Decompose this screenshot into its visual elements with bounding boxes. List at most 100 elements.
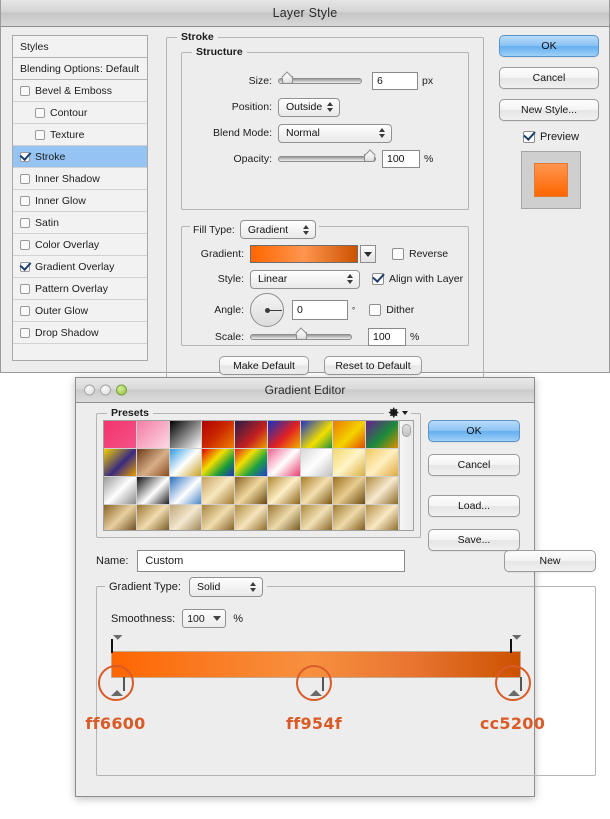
opacity-slider[interactable]: [278, 154, 376, 162]
preset-swatch[interactable]: [136, 449, 170, 477]
dither-checkbox-row[interactable]: Dither: [369, 304, 414, 316]
ge-save-button[interactable]: Save...: [428, 529, 520, 551]
scale-slider[interactable]: [250, 332, 352, 340]
sidebar-item-texture[interactable]: Texture: [13, 124, 147, 146]
preset-swatch[interactable]: [333, 449, 367, 477]
preset-swatch[interactable]: [169, 449, 203, 477]
preset-swatch[interactable]: [333, 505, 367, 530]
cancel-button[interactable]: Cancel: [499, 67, 599, 89]
sidebar-item-drop-shadow[interactable]: Drop Shadow: [13, 322, 147, 344]
effect-checkbox[interactable]: [20, 173, 30, 184]
align-with-layer-checkbox[interactable]: [372, 273, 384, 285]
presets-scroll-area[interactable]: [103, 420, 414, 531]
preset-swatch[interactable]: [169, 477, 203, 505]
ok-button[interactable]: OK: [499, 35, 599, 57]
preset-swatch[interactable]: [333, 477, 367, 505]
preset-swatch[interactable]: [104, 449, 137, 477]
ge-load-button[interactable]: Load...: [428, 495, 520, 517]
gradient-swatch[interactable]: [250, 245, 358, 263]
opacity-stop[interactable]: [510, 635, 522, 653]
presets-grid[interactable]: [104, 421, 399, 530]
scale-slider-thumb[interactable]: [295, 330, 309, 343]
scale-input[interactable]: 100: [368, 328, 406, 346]
effect-checkbox[interactable]: [20, 85, 30, 96]
reverse-checkbox-row[interactable]: Reverse: [392, 248, 448, 260]
preset-swatch[interactable]: [169, 421, 203, 449]
preset-swatch[interactable]: [104, 477, 137, 505]
preset-swatch[interactable]: [300, 421, 334, 449]
gradient-dropdown-icon[interactable]: [360, 245, 376, 263]
effect-checkbox[interactable]: [20, 217, 30, 228]
preview-checkbox[interactable]: [522, 131, 535, 143]
preset-swatch[interactable]: [202, 449, 236, 477]
angle-dial[interactable]: [250, 293, 284, 327]
preset-swatch[interactable]: [202, 477, 236, 505]
size-slider-thumb[interactable]: [281, 74, 295, 87]
size-slider[interactable]: [278, 76, 362, 84]
close-icon[interactable]: [84, 384, 95, 396]
preset-swatch[interactable]: [235, 477, 268, 505]
effect-checkbox[interactable]: [20, 283, 30, 294]
preset-swatch[interactable]: [136, 421, 170, 449]
preset-swatch[interactable]: [267, 421, 301, 449]
sidebar-item-satin[interactable]: Satin: [13, 212, 147, 234]
preset-swatch[interactable]: [169, 505, 203, 530]
gradient-type-select[interactable]: Solid: [188, 577, 263, 597]
sidebar-item-bevel-emboss[interactable]: Bevel & Emboss: [13, 80, 147, 102]
effect-checkbox[interactable]: [20, 239, 30, 250]
blending-options-row[interactable]: Blending Options: Default: [13, 58, 147, 80]
preset-swatch[interactable]: [366, 449, 399, 477]
angle-input[interactable]: 0: [292, 300, 348, 320]
position-select[interactable]: Outside: [278, 97, 340, 117]
preset-swatch[interactable]: [267, 477, 301, 505]
effect-checkbox[interactable]: [20, 305, 30, 316]
preview-checkbox-row[interactable]: Preview: [499, 131, 603, 143]
sidebar-item-gradient-overlay[interactable]: Gradient Overlay: [13, 256, 147, 278]
new-style-button[interactable]: New Style...: [499, 99, 599, 121]
name-input[interactable]: Custom: [137, 550, 406, 572]
presets-menu-button[interactable]: [384, 406, 411, 419]
style-select[interactable]: Linear: [250, 269, 360, 289]
opacity-stop[interactable]: [111, 635, 123, 653]
preset-swatch[interactable]: [104, 505, 137, 530]
preset-swatch[interactable]: [366, 477, 399, 505]
fill-type-select[interactable]: Gradient: [239, 220, 316, 239]
blend-mode-select[interactable]: Normal: [278, 123, 392, 143]
effect-checkbox[interactable]: [35, 107, 45, 118]
sidebar-item-stroke[interactable]: Stroke: [13, 146, 147, 168]
effect-checkbox[interactable]: [35, 129, 45, 140]
ge-cancel-button[interactable]: Cancel: [428, 454, 520, 476]
styles-list[interactable]: Styles Blending Options: Default Bevel &…: [12, 35, 148, 361]
minimize-icon[interactable]: [100, 384, 111, 396]
ge-ok-button[interactable]: OK: [428, 420, 520, 442]
effect-checkbox[interactable]: [20, 195, 30, 206]
effect-checkbox[interactable]: [20, 327, 30, 338]
preset-swatch[interactable]: [235, 421, 268, 449]
smoothness-select[interactable]: 100: [182, 609, 227, 628]
preset-swatch[interactable]: [202, 421, 236, 449]
sidebar-item-pattern-overlay[interactable]: Pattern Overlay: [13, 278, 147, 300]
align-checkbox-row[interactable]: Align with Layer: [372, 273, 463, 285]
scrollbar-thumb[interactable]: [402, 424, 411, 437]
make-default-button[interactable]: Make Default: [219, 356, 309, 375]
sidebar-item-inner-glow[interactable]: Inner Glow: [13, 190, 147, 212]
new-button[interactable]: New: [504, 550, 596, 572]
preset-swatch[interactable]: [366, 421, 399, 449]
size-input[interactable]: 6: [372, 72, 418, 90]
preset-swatch[interactable]: [136, 477, 170, 505]
opacity-input[interactable]: 100: [382, 150, 420, 168]
reverse-checkbox[interactable]: [392, 248, 404, 260]
opacity-slider-thumb[interactable]: [364, 152, 377, 165]
sidebar-item-inner-shadow[interactable]: Inner Shadow: [13, 168, 147, 190]
preset-swatch[interactable]: [300, 449, 334, 477]
preset-swatch[interactable]: [366, 505, 399, 530]
effect-checkbox[interactable]: [20, 151, 30, 162]
preset-swatch[interactable]: [202, 505, 236, 530]
presets-scrollbar[interactable]: [399, 421, 413, 530]
preset-swatch[interactable]: [300, 505, 334, 530]
zoom-icon[interactable]: [116, 384, 127, 396]
sidebar-item-color-overlay[interactable]: Color Overlay: [13, 234, 147, 256]
preset-swatch[interactable]: [267, 449, 301, 477]
reset-to-default-button[interactable]: Reset to Default: [324, 356, 422, 375]
sidebar-item-contour[interactable]: Contour: [13, 102, 147, 124]
